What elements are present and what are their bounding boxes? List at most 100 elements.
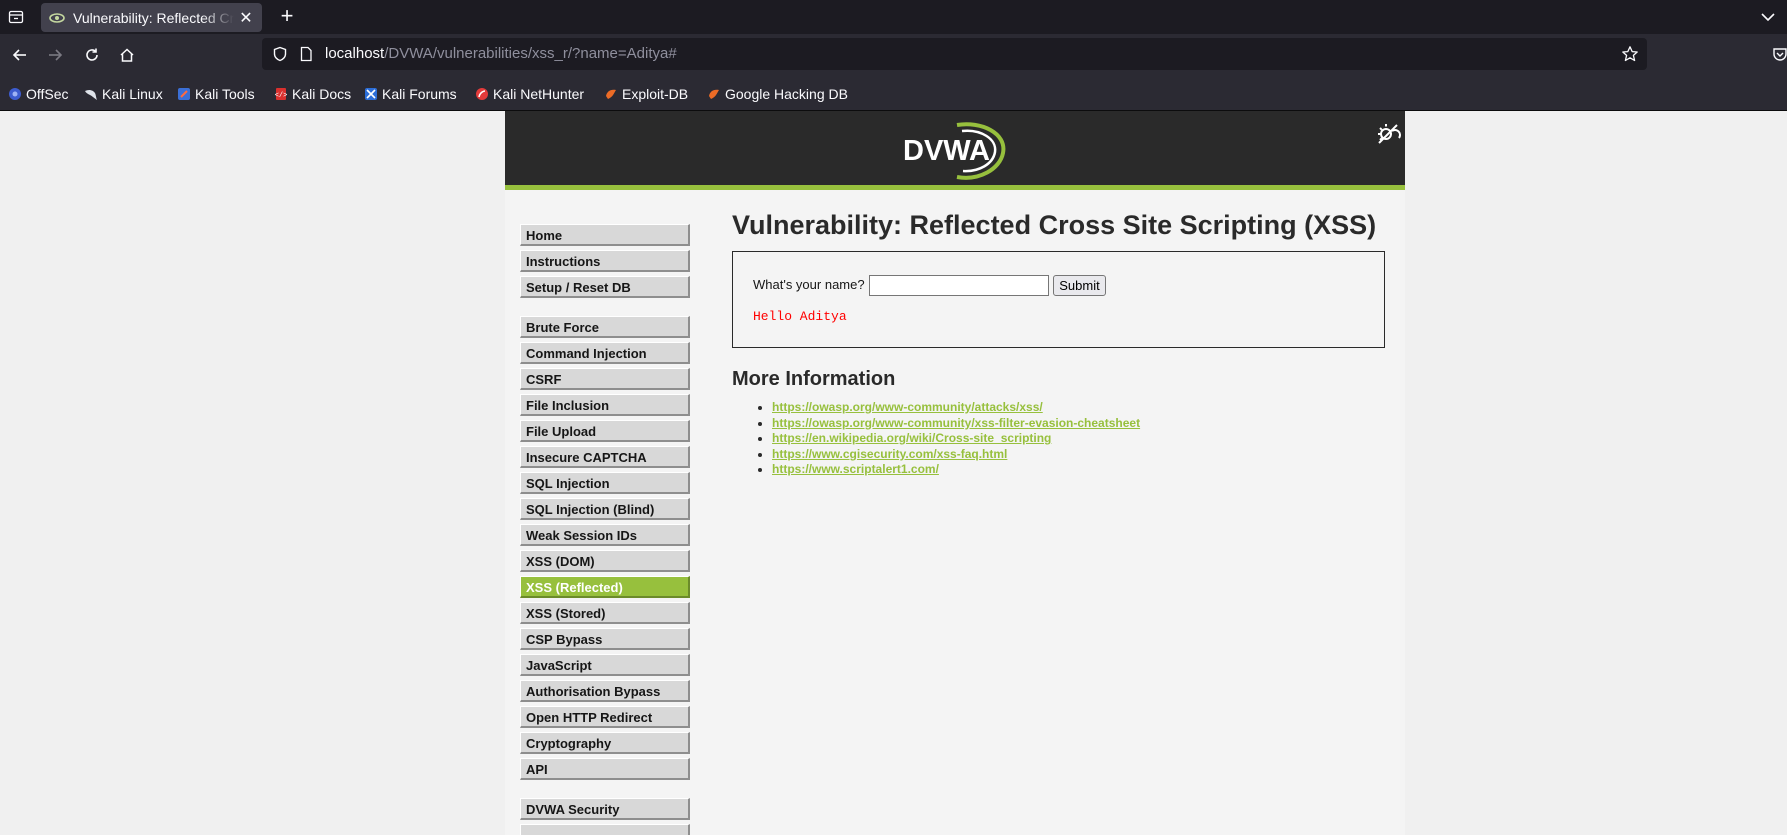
dvwa-header: DVWA <box>505 111 1405 190</box>
bookmark-label: Kali Docs <box>292 86 352 102</box>
kali-dragon-icon <box>85 89 97 100</box>
pocket-button[interactable] <box>1772 46 1787 67</box>
menu-item-brute-force[interactable]: Brute Force <box>520 316 690 338</box>
menu-item-open-http-redirect[interactable]: Open HTTP Redirect <box>520 706 690 728</box>
reference-link[interactable]: https://en.wikipedia.org/wiki/Cross-site… <box>772 431 1051 445</box>
pocket-icon <box>1773 48 1787 61</box>
more-information-heading: More Information <box>732 368 896 390</box>
svg-text:</>: </> <box>275 92 288 100</box>
chevron-down-icon <box>1761 13 1775 22</box>
dvwa-logo: DVWA <box>903 122 1006 180</box>
bookmark-kali-linux[interactable]: Kali Linux <box>84 85 163 103</box>
bookmark-label: Google Hacking DB <box>725 86 848 102</box>
kali-docs-icon: </> <box>275 88 288 100</box>
menu-item-xss-dom[interactable]: XSS (DOM) <box>520 550 690 572</box>
list-item: https://owasp.org/www-community/xss-filt… <box>772 416 1392 432</box>
dvwa-favicon-icon <box>49 12 65 23</box>
new-tab-button[interactable]: + <box>275 5 299 29</box>
tab-list-button[interactable] <box>4 6 28 28</box>
list-item: https://owasp.org/www-community/attacks/… <box>772 400 1392 416</box>
reference-link[interactable]: https://owasp.org/www-community/xss-filt… <box>772 416 1140 430</box>
bookmark-exploit-db[interactable]: Exploit-DB <box>604 85 688 103</box>
dvwa-logo-text: DVWA <box>903 135 990 167</box>
bookmark-label: Kali Tools <box>195 86 255 102</box>
ghdb-icon <box>709 89 719 99</box>
bookmark-kali-docs[interactable]: </> Kali Docs <box>274 85 351 103</box>
bookmark-kali-nethunter[interactable]: Kali NetHunter <box>475 85 584 103</box>
menu-item-insecure-captcha[interactable]: Insecure CAPTCHA <box>520 446 690 468</box>
bookmark-label: Exploit-DB <box>622 86 689 102</box>
menu-item-csp-bypass[interactable]: CSP Bypass <box>520 628 690 650</box>
vulnerable-code-area: What's your name? Submit Hello Aditya <box>732 251 1385 348</box>
bookmarks-toolbar: OffSec Kali Linux Kali Tools </> Kali Do… <box>0 75 1787 111</box>
browser-nav-bar: localhost/DVWA/vulnerabilities/xss_r/?na… <box>0 34 1787 75</box>
url-host: localhost <box>325 45 385 62</box>
list-item: https://www.scriptalert1.com/ <box>772 462 1392 478</box>
kali-tools-icon <box>178 88 190 100</box>
page-viewport: DVWA Home Instructions Setup / Reset DB … <box>0 111 1787 835</box>
menu-item-file-upload[interactable]: File Upload <box>520 420 690 442</box>
dvwa-side-menu: Home Instructions Setup / Reset DB Brute… <box>520 224 690 835</box>
name-input[interactable] <box>869 275 1049 296</box>
bookmark-offsec[interactable]: OffSec <box>8 85 69 103</box>
offsec-icon <box>9 88 21 100</box>
reload-button[interactable] <box>80 43 104 67</box>
shield-icon[interactable] <box>272 46 288 62</box>
bookmark-label: Kali NetHunter <box>493 86 585 102</box>
bookmark-label: Kali Linux <box>102 86 163 102</box>
menu-item-javascript[interactable]: JavaScript <box>520 654 690 676</box>
menu-item-cryptography[interactable]: Cryptography <box>520 732 690 754</box>
home-button[interactable] <box>115 43 139 67</box>
bookmark-label: Kali Forums <box>382 86 457 102</box>
url-path: /DVWA/vulnerabilities/xss_r/?name=Aditya… <box>384 45 677 62</box>
page-info-icon[interactable] <box>298 46 314 62</box>
xss-output: Hello Aditya <box>753 309 847 324</box>
list-item: https://en.wikipedia.org/wiki/Cross-site… <box>772 431 1392 447</box>
arrow-left-icon <box>12 49 26 61</box>
bookmark-label: OffSec <box>26 86 69 102</box>
reference-link[interactable]: https://owasp.org/www-community/attacks/… <box>772 400 1043 414</box>
back-button[interactable] <box>8 43 32 67</box>
nethunter-icon <box>476 88 488 100</box>
browser-tab-bar: Vulnerability: Reflected Cross Site Scri… <box>0 0 1787 34</box>
menu-item-xss-reflected[interactable]: XSS (Reflected) <box>520 576 690 598</box>
menu-item-partial[interactable] <box>520 824 690 835</box>
reload-icon <box>86 48 98 61</box>
menu-item-command-injection[interactable]: Command Injection <box>520 342 690 364</box>
menu-item-dvwa-security[interactable]: DVWA Security <box>520 798 690 820</box>
submit-button[interactable]: Submit <box>1053 275 1106 296</box>
main-body: Vulnerability: Reflected Cross Site Scri… <box>732 209 1392 478</box>
exploit-db-icon <box>606 89 616 99</box>
list-all-tabs-button[interactable] <box>1756 6 1780 28</box>
bookmark-kali-tools[interactable]: Kali Tools <box>177 85 255 103</box>
list-item: https://www.cgisecurity.com/xss-faq.html <box>772 447 1392 463</box>
reference-link[interactable]: https://www.cgisecurity.com/xss-faq.html <box>772 447 1007 461</box>
menu-item-weak-session-ids[interactable]: Weak Session IDs <box>520 524 690 546</box>
menu-item-home[interactable]: Home <box>520 224 690 246</box>
home-icon <box>120 48 134 62</box>
menu-group-settings: DVWA Security <box>520 798 690 835</box>
theme-toggle-icon[interactable] <box>1375 121 1401 147</box>
bookmark-google-hacking-db[interactable]: Google Hacking DB <box>707 85 848 103</box>
menu-item-sql-injection-blind[interactable]: SQL Injection (Blind) <box>520 498 690 520</box>
menu-item-csrf[interactable]: CSRF <box>520 368 690 390</box>
address-bar[interactable]: localhost/DVWA/vulnerabilities/xss_r/?na… <box>262 38 1647 70</box>
menu-item-file-inclusion[interactable]: File Inclusion <box>520 394 690 416</box>
menu-item-sql-injection[interactable]: SQL Injection <box>520 472 690 494</box>
browser-tab-active[interactable]: Vulnerability: Reflected Cross Site Scri… <box>41 3 262 32</box>
menu-group-general: Home Instructions Setup / Reset DB <box>520 224 690 298</box>
tab-title: Vulnerability: Reflected Cross Site Scri… <box>73 9 234 26</box>
menu-group-vulnerabilities: Brute Force Command Injection CSRF File … <box>520 316 690 780</box>
menu-item-instructions[interactable]: Instructions <box>520 250 690 272</box>
menu-item-authorisation-bypass[interactable]: Authorisation Bypass <box>520 680 690 702</box>
tab-list-icon <box>8 10 24 24</box>
url-text[interactable]: localhost/DVWA/vulnerabilities/xss_r/?na… <box>325 45 677 62</box>
menu-item-api[interactable]: API <box>520 758 690 780</box>
menu-item-setup-reset-db[interactable]: Setup / Reset DB <box>520 276 690 298</box>
bookmark-kali-forums[interactable]: Kali Forums <box>364 85 457 103</box>
tab-close-icon[interactable]: ✕ <box>238 8 254 28</box>
menu-item-xss-stored[interactable]: XSS (Stored) <box>520 602 690 624</box>
bookmark-star-icon[interactable] <box>1621 45 1639 63</box>
reference-link[interactable]: https://www.scriptalert1.com/ <box>772 462 939 476</box>
forward-button[interactable] <box>43 43 67 67</box>
